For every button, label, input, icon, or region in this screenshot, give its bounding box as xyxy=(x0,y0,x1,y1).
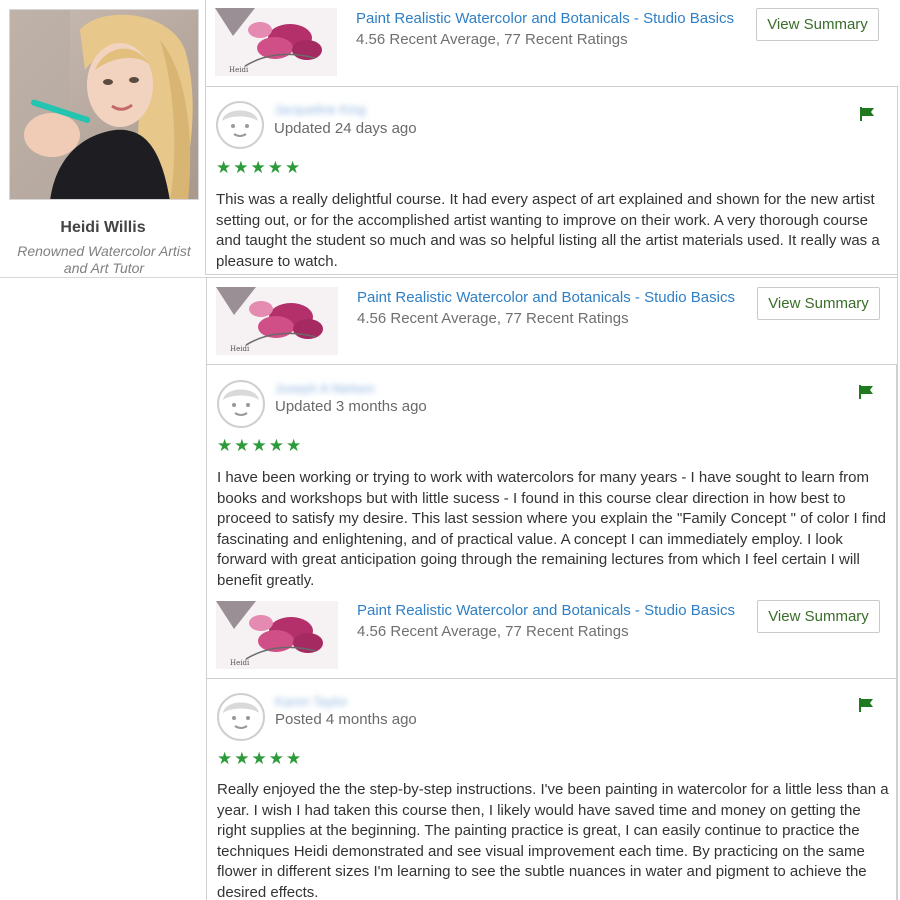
review-date: Updated 3 months ago xyxy=(275,398,427,415)
review-card: Joseph A Nielsen Updated 3 months ago ★★… xyxy=(206,365,897,678)
svg-text:Heidi: Heidi xyxy=(230,659,250,667)
course-title-link[interactable]: Paint Realistic Watercolor and Botanical… xyxy=(357,602,735,619)
reviewer-name[interactable]: Jacqueline King xyxy=(274,102,366,117)
star-rating: ★★★★★ xyxy=(216,158,303,177)
course-title-link[interactable]: Paint Realistic Watercolor and Botanical… xyxy=(356,10,734,27)
review-card: Karen Taylor Posted 4 months ago ★★★★★ R… xyxy=(206,679,897,900)
course-card: Heidi Paint Realistic Watercolor and Bot… xyxy=(207,592,896,678)
svg-text:Heidi: Heidi xyxy=(230,345,250,353)
view-summary-button[interactable]: View Summary xyxy=(757,600,880,633)
flag-icon[interactable] xyxy=(858,698,874,712)
reviewer-name[interactable]: Karen Taylor xyxy=(275,694,348,709)
view-summary-button[interactable]: View Summary xyxy=(756,8,879,41)
review-text: I have been working or trying to work wi… xyxy=(217,469,887,589)
reviewer-name[interactable]: Joseph A Nielsen xyxy=(275,381,375,396)
course-thumbnail[interactable]: Heidi xyxy=(215,8,337,76)
course-card: Heidi Paint Realistic Watercolor and Bot… xyxy=(205,0,898,87)
course-thumbnail[interactable]: Heidi xyxy=(216,287,338,355)
reviewer-avatar-icon xyxy=(217,380,265,428)
svg-text:Heidi: Heidi xyxy=(229,66,249,74)
course-rating: 4.56 Recent Average, 77 Recent Ratings xyxy=(356,31,628,48)
star-rating: ★★★★★ xyxy=(217,436,304,455)
review-text: This was a really delightful course. It … xyxy=(216,191,880,270)
reviewer-avatar-icon xyxy=(216,101,264,149)
flag-icon[interactable] xyxy=(859,107,875,121)
course-thumbnail[interactable]: Heidi xyxy=(216,601,338,669)
review-date: Posted 4 months ago xyxy=(275,711,417,728)
course-rating: 4.56 Recent Average, 77 Recent Ratings xyxy=(357,623,629,640)
author-name: Heidi Willis xyxy=(60,219,146,236)
course-rating: 4.56 Recent Average, 77 Recent Ratings xyxy=(357,310,629,327)
author-profile: Heidi Willis Renowned Watercolor Artist … xyxy=(0,0,206,900)
divider xyxy=(0,277,206,278)
view-summary-button[interactable]: View Summary xyxy=(757,287,880,320)
reviewer-avatar-icon xyxy=(217,693,265,741)
course-title-link[interactable]: Paint Realistic Watercolor and Botanical… xyxy=(357,289,735,306)
divider xyxy=(206,277,897,278)
author-title: Renowned Watercolor Artist and Art Tutor xyxy=(17,243,191,276)
review-card: Jacqueline King Updated 24 days ago ★★★★… xyxy=(205,87,898,275)
star-rating: ★★★★★ xyxy=(217,749,304,768)
divider xyxy=(205,274,898,275)
author-photo xyxy=(9,9,199,200)
review-date: Updated 24 days ago xyxy=(274,120,417,137)
flag-icon[interactable] xyxy=(858,385,874,399)
course-card: Heidi Paint Realistic Watercolor and Bot… xyxy=(206,278,897,365)
review-text: Really enjoyed the the step-by-step inst… xyxy=(217,781,889,900)
